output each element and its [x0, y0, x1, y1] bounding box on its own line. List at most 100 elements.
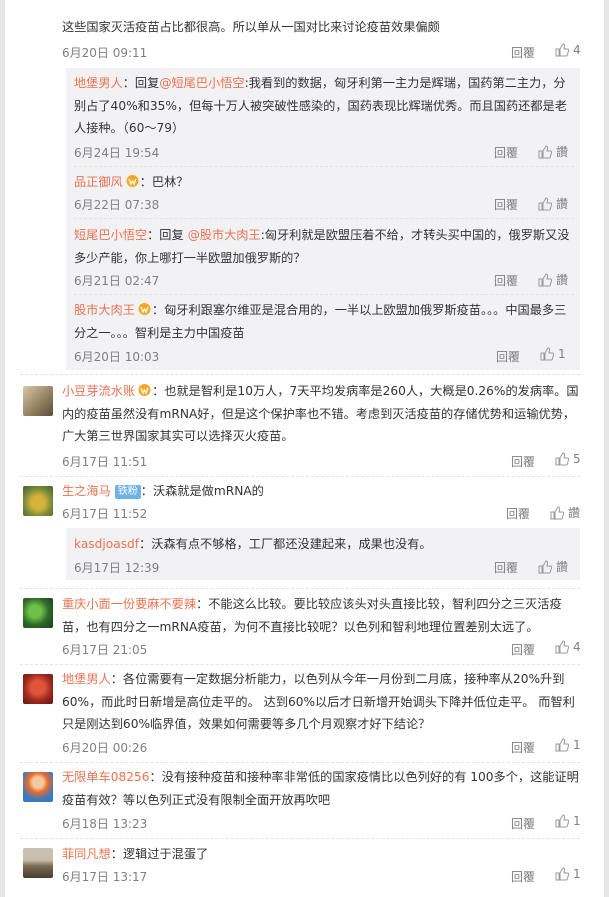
thumb-up-icon — [538, 196, 552, 210]
like-label: 讚 — [568, 506, 581, 520]
comment-text: 生之海马 铁粉 ：沃森就是做mRNA的 — [62, 484, 264, 499]
reply-time: 6月21日 02:47 — [74, 274, 160, 288]
comment-username[interactable]: 生之海马 — [62, 484, 111, 498]
reply-text: 短尾巴小悟空：回复 @股市大肉王:匈牙利就是欧盟压着不给，才转头买中国的，俄罗斯… — [74, 228, 570, 265]
reply-button[interactable]: 回覆 — [511, 44, 535, 61]
avatar[interactable] — [23, 598, 53, 628]
comment-username[interactable]: 地堡男人 — [62, 672, 111, 686]
reply-time: 6月17日 12:39 — [74, 561, 160, 575]
avatar[interactable] — [23, 486, 53, 516]
reply-username[interactable]: 短尾巴小悟空 — [74, 228, 147, 242]
comment-text: 无限单车08256：没有接种疫苗和接种率非常低的国家疫情比以色列好的有 100多… — [62, 770, 579, 807]
thumb-up-icon — [555, 640, 569, 654]
divider — [20, 838, 580, 839]
avatar[interactable] — [23, 386, 53, 416]
divider — [20, 374, 580, 375]
mention-link[interactable]: @股市大肉王 — [188, 228, 261, 242]
like-button[interactable]: 1 — [555, 738, 581, 752]
comment-time: 6月20日 09:11 — [62, 46, 148, 60]
divider — [74, 166, 574, 167]
like-label: 讚 — [556, 197, 569, 211]
reply-button[interactable]: 回覆 — [494, 196, 518, 213]
comment-time: 6月17日 11:52 — [62, 507, 148, 521]
like-count: 1 — [573, 814, 581, 828]
thumb-up-icon — [555, 814, 569, 828]
comment-time: 6月18日 13:23 — [62, 817, 148, 831]
comment-text: 菲同凡想：逻辑过于混蛋了 — [62, 847, 209, 861]
like-button[interactable]: 讚 — [550, 504, 580, 521]
comment-time: 6月20日 00:26 — [62, 741, 148, 755]
avatar[interactable] — [23, 772, 53, 802]
thumb-up-icon — [538, 559, 552, 573]
like-button[interactable]: 讚 — [538, 558, 568, 575]
divider — [20, 664, 580, 665]
avatar[interactable] — [23, 674, 53, 704]
vip-badge-icon — [138, 384, 151, 396]
thumb-up-icon — [555, 43, 569, 57]
like-button[interactable]: 1 — [555, 814, 581, 828]
thumb-up-icon — [555, 867, 569, 881]
reply-text: 股市大肉王 ：匈牙利跟塞尔维亚是混合用的，一半以上欧盟加俄罗斯疫苗。。。中国最多三… — [74, 303, 567, 340]
comment-text: 这些国家灭活疫苗占比都很高。所以单从一国对比来讨论疫苗效果偏颇 — [62, 20, 440, 34]
reply-button[interactable]: 回覆 — [496, 348, 520, 365]
reply-button[interactable]: 回覆 — [494, 559, 518, 576]
divider — [74, 218, 574, 219]
reply-button[interactable]: 回覆 — [506, 505, 530, 522]
reply-button[interactable]: 回覆 — [511, 868, 535, 885]
thumb-up-icon — [555, 738, 569, 752]
reply-button[interactable]: 回覆 — [511, 641, 535, 658]
divider — [20, 762, 580, 763]
like-label: 讚 — [556, 273, 569, 287]
mention-link[interactable]: @短尾巴小悟空 — [159, 76, 244, 90]
fan-badge: 铁粉 — [114, 485, 141, 499]
like-button[interactable]: 4 — [555, 43, 581, 57]
like-button[interactable]: 1 — [555, 867, 581, 881]
comment-text: 小豆芽流水账 ：也就是智利是10万人，7天平均发病率是260人，大概是0.26%的… — [62, 384, 579, 443]
reply-username[interactable]: 品正御风 — [74, 175, 123, 189]
like-label: 讚 — [556, 560, 569, 574]
avatar[interactable] — [23, 848, 53, 878]
like-count: 4 — [573, 640, 581, 654]
like-button[interactable]: 1 — [540, 347, 566, 361]
like-count: 5 — [573, 452, 581, 466]
reply-button[interactable]: 回覆 — [511, 739, 535, 756]
window-right-edge — [604, 0, 609, 897]
thumb-up-icon — [538, 144, 552, 158]
like-button[interactable]: 讚 — [538, 271, 568, 288]
comment-username[interactable]: 无限单车08256 — [62, 770, 150, 784]
reply-username[interactable]: 地堡男人 — [74, 76, 123, 90]
reply-text: 品正御风 ：巴林？ — [74, 175, 189, 189]
divider — [20, 476, 580, 477]
reply-button[interactable]: 回覆 — [494, 272, 518, 289]
window-left-edge — [0, 0, 5, 897]
reply-text: kasdjoasdf：沃森有点不够格，工厂都还没建起来，成果也没有。 — [74, 537, 432, 551]
comment-time: 6月17日 11:51 — [62, 455, 148, 469]
like-count: 1 — [558, 347, 566, 361]
like-count: 1 — [573, 867, 581, 881]
thumb-up-icon — [538, 272, 552, 286]
reply-button[interactable]: 回覆 — [511, 453, 535, 470]
like-button[interactable]: 5 — [555, 452, 581, 466]
like-button[interactable]: 讚 — [538, 143, 568, 160]
like-count: 1 — [573, 738, 581, 752]
reply-time: 6月20日 10:03 — [74, 350, 160, 364]
thumb-up-icon — [540, 347, 554, 361]
reply-username[interactable]: 股市大肉王 — [74, 303, 135, 317]
comment-username[interactable]: 重庆小面一份要麻不要辣 — [62, 597, 196, 611]
reply-time: 6月22日 07:38 — [74, 198, 160, 212]
reply-username[interactable]: kasdjoasdf — [74, 537, 139, 551]
reply-button[interactable]: 回覆 — [511, 815, 535, 832]
thumb-up-icon — [550, 505, 564, 519]
vip-badge-icon — [126, 175, 139, 187]
comment-time: 6月17日 13:17 — [62, 870, 148, 884]
like-button[interactable]: 4 — [555, 640, 581, 654]
divider — [20, 588, 580, 589]
thumb-up-icon — [555, 452, 569, 466]
reply-time: 6月24日 19:54 — [74, 146, 160, 160]
comment-username[interactable]: 菲同凡想 — [62, 847, 111, 861]
comment-username[interactable]: 小豆芽流水账 — [62, 384, 135, 398]
comment-time: 6月17日 21:05 — [62, 643, 148, 657]
reply-button[interactable]: 回覆 — [494, 144, 518, 161]
like-button[interactable]: 讚 — [538, 195, 568, 212]
vip-badge-icon — [138, 303, 151, 315]
